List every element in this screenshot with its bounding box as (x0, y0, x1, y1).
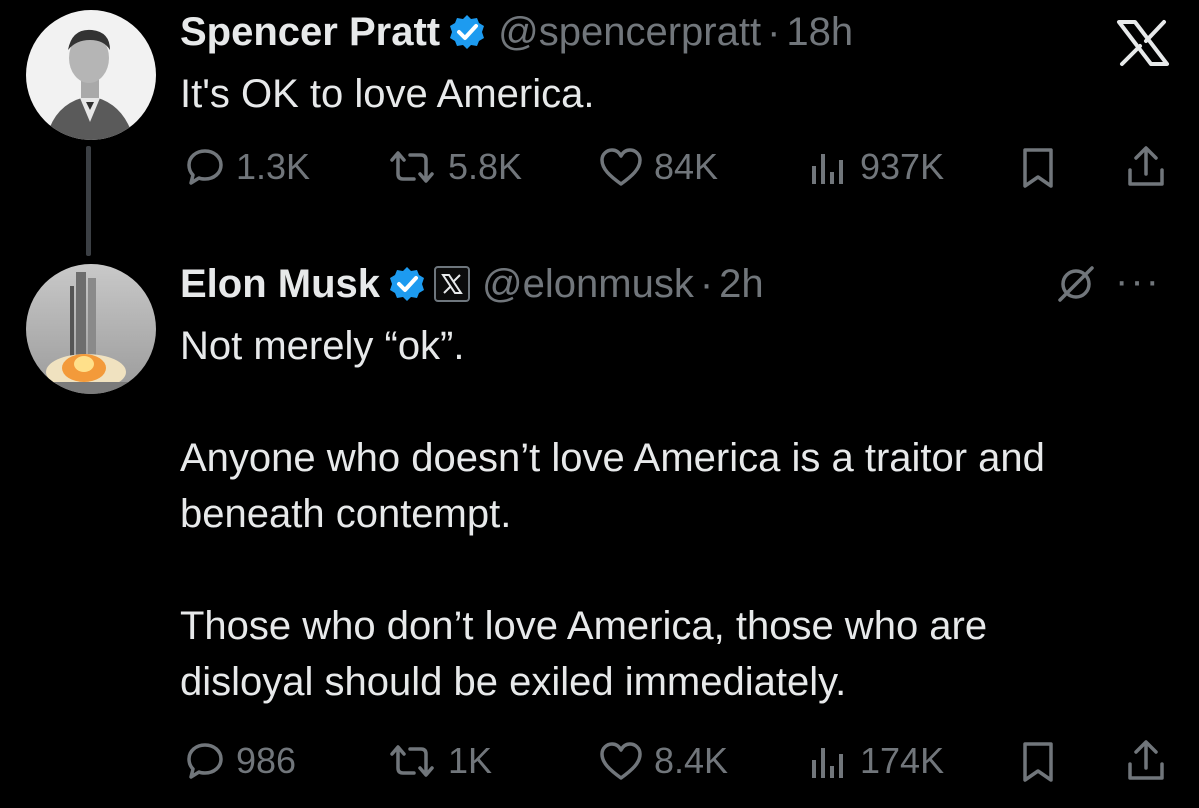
like-icon (600, 148, 642, 186)
timestamp[interactable]: 18h (786, 8, 853, 56)
separator-dot: · (699, 262, 714, 306)
thread-line (86, 146, 91, 256)
reply-count: 1.3K (236, 146, 311, 187)
tweet2-text: Not merely “ok”. Anyone who doesn’t love… (180, 318, 1170, 710)
author-name[interactable]: Elon Musk (180, 260, 380, 308)
reply-icon (187, 743, 223, 779)
tweet-paragraph: Not merely “ok”. (180, 324, 465, 368)
reply-button[interactable]: 1.3K (184, 146, 310, 188)
avatar-elon-musk[interactable] (26, 264, 156, 394)
more-icon[interactable]: ··· (1115, 261, 1161, 301)
tweet-paragraph: Anyone who doesn’t love America is a tra… (180, 436, 1045, 536)
like-icon (600, 742, 642, 780)
views-button[interactable]: 174K (806, 740, 944, 782)
author-handle[interactable]: @spencerpratt (498, 8, 761, 56)
repost-count: 5.8K (448, 146, 523, 187)
separator-dot: · (767, 10, 781, 54)
view-count: 174K (860, 740, 945, 781)
reply-count: 986 (236, 740, 297, 781)
repost-count: 1K (448, 740, 493, 781)
author-handle[interactable]: @elonmusk (482, 260, 694, 308)
views-button[interactable]: 937K (806, 146, 944, 188)
tweet-body: It's OK to love America. (180, 72, 595, 116)
views-icon (812, 748, 843, 778)
share-icon[interactable] (1124, 738, 1168, 784)
tweet-paragraph: Those who don’t love America, those who … (180, 604, 988, 704)
verified-badge-icon[interactable] (448, 13, 486, 51)
views-icon (812, 154, 843, 184)
like-count: 84K (654, 146, 719, 187)
like-count: 8.4K (654, 740, 729, 781)
x-logo-icon[interactable] (1115, 18, 1171, 68)
tweet1-text: It's OK to love America. (180, 66, 1170, 122)
repost-icon (390, 745, 434, 777)
reply-icon (187, 149, 223, 185)
like-button[interactable]: 8.4K (598, 740, 728, 782)
verified-badge-icon[interactable] (388, 265, 426, 303)
repost-button[interactable]: 5.8K (386, 146, 522, 188)
repost-icon (390, 151, 434, 183)
author-name[interactable]: Spencer Pratt (180, 8, 440, 56)
grok-icon[interactable] (1054, 262, 1098, 306)
bookmark-icon[interactable] (1018, 740, 1058, 784)
bookmark-icon[interactable] (1018, 146, 1058, 190)
view-count: 937K (860, 146, 945, 187)
share-icon[interactable] (1124, 144, 1168, 190)
timestamp[interactable]: 2h (719, 260, 764, 308)
tweet1-header: Spencer Pratt @spencerpratt · 18h (180, 8, 853, 56)
reply-button[interactable]: 986 (184, 740, 296, 782)
repost-button[interactable]: 1K (386, 740, 492, 782)
like-button[interactable]: 84K (598, 146, 718, 188)
x-affiliate-icon[interactable] (434, 266, 471, 302)
tweet2-header: Elon Musk @elonmusk · 2h (180, 260, 764, 308)
avatar-spencer-pratt[interactable] (26, 10, 156, 140)
